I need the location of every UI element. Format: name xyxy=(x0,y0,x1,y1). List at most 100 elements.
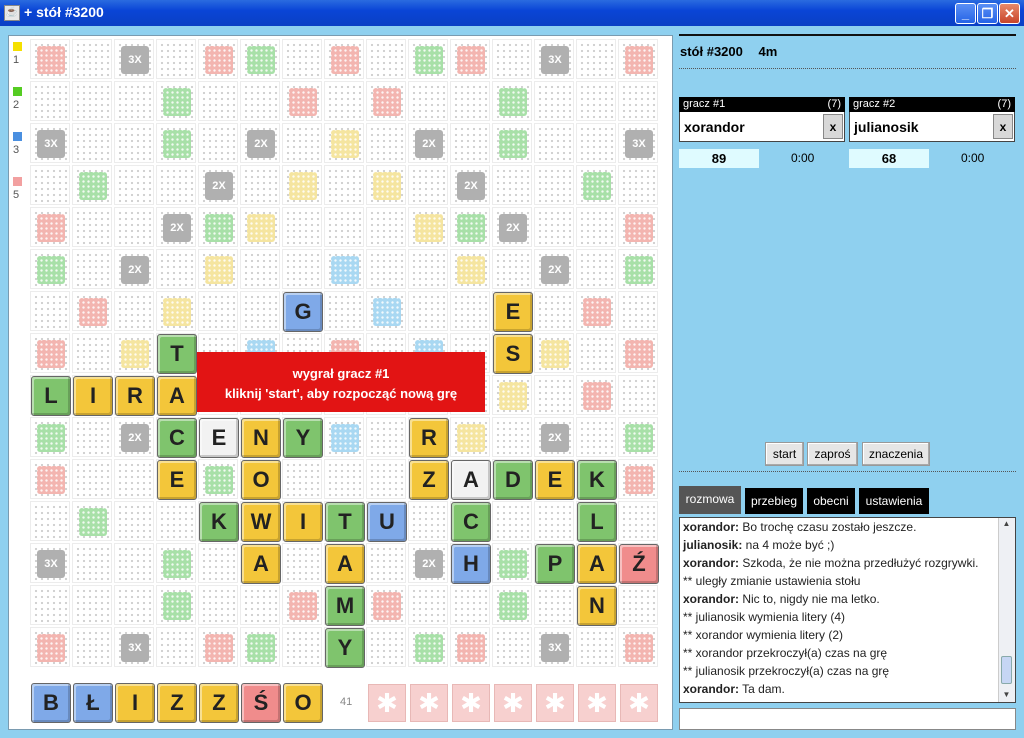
board-cell[interactable] xyxy=(492,417,532,457)
board-cell[interactable] xyxy=(618,39,658,79)
board-cell[interactable] xyxy=(366,165,406,205)
board-cell[interactable] xyxy=(30,459,70,499)
board-cell[interactable] xyxy=(576,375,616,415)
board-cell[interactable] xyxy=(576,165,616,205)
board-cell[interactable] xyxy=(366,627,406,667)
board-cell[interactable] xyxy=(72,501,112,541)
scroll-up-icon[interactable]: ▲ xyxy=(1001,519,1012,531)
tab-settings[interactable]: ustawienia xyxy=(859,488,929,514)
board-cell[interactable] xyxy=(240,291,280,331)
board-cell[interactable] xyxy=(324,207,364,247)
board-cell[interactable]: 2X xyxy=(198,165,238,205)
board-cell[interactable] xyxy=(534,165,574,205)
board-cell[interactable]: 3X xyxy=(534,627,574,667)
board-cell[interactable] xyxy=(492,81,532,121)
board-cell[interactable] xyxy=(450,291,490,331)
board-cell[interactable] xyxy=(30,627,70,667)
board-cell[interactable] xyxy=(240,39,280,79)
board-cell[interactable] xyxy=(366,249,406,289)
board-cell[interactable] xyxy=(450,123,490,163)
board-cell[interactable] xyxy=(324,165,364,205)
board-cell[interactable] xyxy=(30,585,70,625)
board-cell[interactable] xyxy=(114,123,154,163)
rack-tile[interactable]: Z xyxy=(157,683,197,723)
board-cell[interactable] xyxy=(408,501,448,541)
board-cell[interactable] xyxy=(114,81,154,121)
close-button[interactable]: ✕ xyxy=(999,3,1020,24)
board-cell[interactable] xyxy=(240,249,280,289)
board-cell[interactable] xyxy=(576,627,616,667)
board-cell[interactable] xyxy=(576,81,616,121)
exchange-slot[interactable]: ✱ xyxy=(368,684,406,722)
start-button[interactable]: start xyxy=(765,442,804,466)
board-cell[interactable]: 2X xyxy=(492,207,532,247)
board-cell[interactable] xyxy=(492,123,532,163)
board-cell[interactable] xyxy=(576,123,616,163)
board-cell[interactable] xyxy=(198,39,238,79)
board-cell[interactable] xyxy=(30,333,70,373)
board-cell[interactable] xyxy=(366,207,406,247)
board-cell[interactable] xyxy=(156,81,196,121)
board-cell[interactable] xyxy=(282,459,322,499)
exchange-slot[interactable]: ✱ xyxy=(452,684,490,722)
board-cell[interactable] xyxy=(30,417,70,457)
board-cell[interactable] xyxy=(240,585,280,625)
board-cell[interactable] xyxy=(366,81,406,121)
board-cell[interactable] xyxy=(366,291,406,331)
board-cell[interactable]: 2X xyxy=(156,207,196,247)
board-cell[interactable]: 2X xyxy=(408,123,448,163)
minimize-button[interactable]: _ xyxy=(955,3,976,24)
board-cell[interactable] xyxy=(198,207,238,247)
board-cell[interactable] xyxy=(534,123,574,163)
board-cell[interactable] xyxy=(366,585,406,625)
board-cell[interactable] xyxy=(450,417,490,457)
board-cell[interactable] xyxy=(282,207,322,247)
exchange-slot[interactable]: ✱ xyxy=(578,684,616,722)
exchange-slot[interactable]: ✱ xyxy=(410,684,448,722)
board-cell[interactable] xyxy=(198,123,238,163)
board-cell[interactable] xyxy=(30,39,70,79)
exchange-slot[interactable]: ✱ xyxy=(536,684,574,722)
board-cell[interactable] xyxy=(534,501,574,541)
board-cell[interactable] xyxy=(282,249,322,289)
board-cell[interactable] xyxy=(450,585,490,625)
board-cell[interactable] xyxy=(492,543,532,583)
board-cell[interactable] xyxy=(198,585,238,625)
tab-history[interactable]: przebieg xyxy=(745,488,803,514)
board-cell[interactable] xyxy=(240,81,280,121)
board-cell[interactable] xyxy=(114,501,154,541)
scroll-down-icon[interactable]: ▼ xyxy=(1001,690,1012,702)
board-cell[interactable] xyxy=(324,459,364,499)
board-cell[interactable] xyxy=(282,165,322,205)
rack-tile[interactable]: Z xyxy=(199,683,239,723)
board-cell[interactable] xyxy=(408,81,448,121)
board-cell[interactable] xyxy=(618,333,658,373)
board-cell[interactable] xyxy=(72,39,112,79)
board-cell[interactable] xyxy=(72,207,112,247)
board-cell[interactable] xyxy=(366,543,406,583)
board-cell[interactable]: 2X xyxy=(534,249,574,289)
board-cell[interactable] xyxy=(198,291,238,331)
board-cell[interactable] xyxy=(72,165,112,205)
board-cell[interactable] xyxy=(156,249,196,289)
board-cell[interactable] xyxy=(30,81,70,121)
board-cell[interactable] xyxy=(408,207,448,247)
board-cell[interactable] xyxy=(492,375,532,415)
chat-input[interactable] xyxy=(679,708,1016,730)
board-cell[interactable] xyxy=(114,165,154,205)
remove-player-button[interactable]: x xyxy=(823,114,843,139)
remove-player-button[interactable]: x xyxy=(993,114,1013,139)
board-cell[interactable] xyxy=(450,207,490,247)
board-cell[interactable]: 2X xyxy=(114,249,154,289)
board-cell[interactable] xyxy=(618,627,658,667)
board-cell[interactable] xyxy=(408,39,448,79)
board-cell[interactable] xyxy=(240,627,280,667)
board-cell[interactable] xyxy=(240,207,280,247)
board-cell[interactable]: 2X xyxy=(408,543,448,583)
board-cell[interactable] xyxy=(618,375,658,415)
board-cell[interactable] xyxy=(198,627,238,667)
board-cell[interactable] xyxy=(492,165,532,205)
board-cell[interactable] xyxy=(282,585,322,625)
board-cell[interactable] xyxy=(450,39,490,79)
board-cell[interactable] xyxy=(30,207,70,247)
